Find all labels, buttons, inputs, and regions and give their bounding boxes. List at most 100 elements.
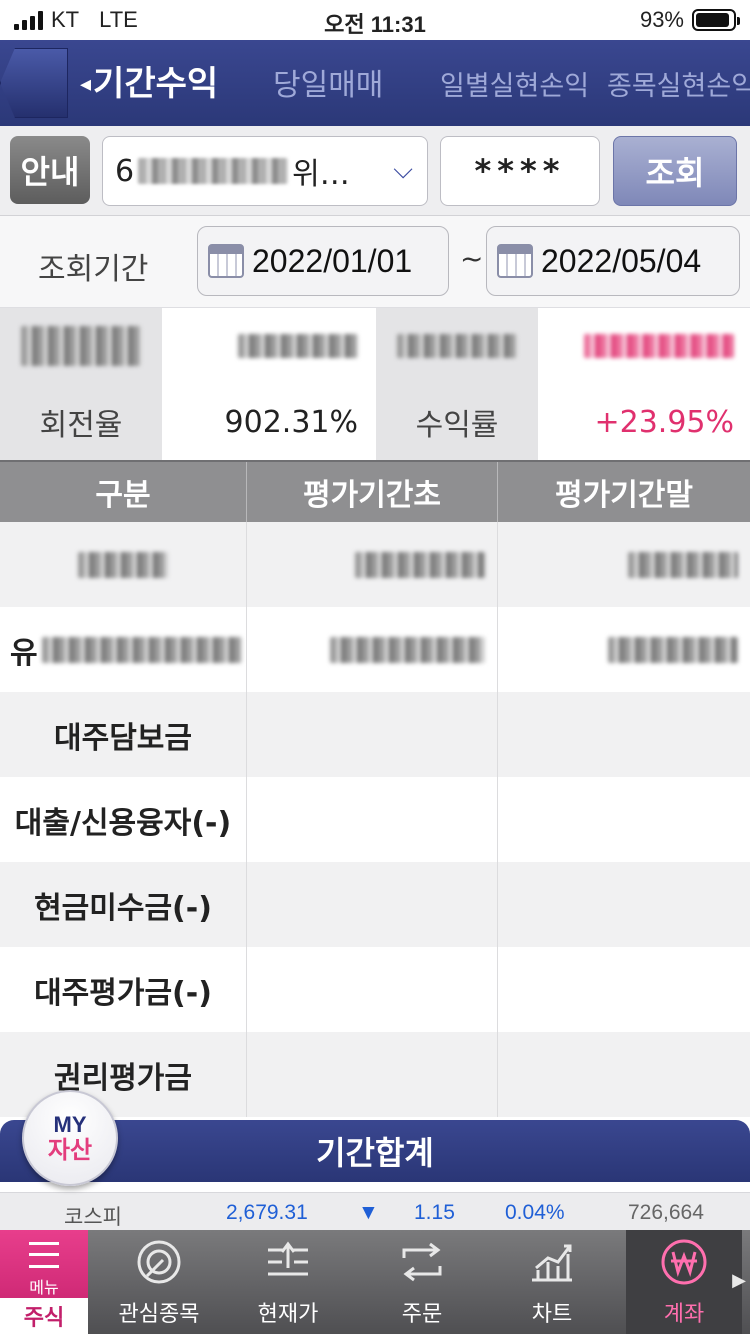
start-date: 2022/01/01 bbox=[252, 242, 413, 279]
row-start-value bbox=[247, 862, 498, 947]
nav-label: 계좌 bbox=[663, 1302, 705, 1327]
ticker-change: 1.15 bbox=[414, 1201, 455, 1224]
row-label: 대주담보금 bbox=[0, 692, 247, 777]
nav-current-price[interactable]: 현재가 bbox=[236, 1230, 340, 1334]
asset-table: 구분 평가기간초 평가기간말 유 대주담보금 대출/신용융자(-) 현금미수금(… bbox=[0, 460, 750, 1117]
menu-main-label: 주식 bbox=[0, 1298, 88, 1334]
my-asset-bottom: 자산 bbox=[47, 1136, 93, 1164]
date-separator: ~ bbox=[460, 242, 484, 275]
hamburger-icon bbox=[29, 1242, 59, 1268]
ticker-rate: 0.04% bbox=[505, 1201, 565, 1224]
table-row: 대주담보금 bbox=[0, 692, 750, 777]
row-start-value bbox=[247, 692, 498, 777]
end-date: 2022/05/04 bbox=[541, 242, 702, 279]
row-label: 현금미수금(-) bbox=[0, 862, 247, 947]
nav-chart[interactable]: 차트 bbox=[500, 1230, 604, 1334]
period-label: 조회기간 bbox=[38, 252, 149, 287]
status-bar: KT LTE 오전 11:31 93% bbox=[0, 0, 750, 40]
calendar-icon bbox=[208, 244, 244, 278]
nav-scroll-right-icon[interactable]: ▶ bbox=[732, 1270, 746, 1291]
current-price-icon bbox=[268, 1241, 308, 1276]
row-label: 대주평가금(-) bbox=[0, 947, 247, 1032]
row-end-value bbox=[498, 862, 750, 947]
row-start-value bbox=[247, 607, 498, 692]
table-row: 현금미수금(-) bbox=[0, 862, 750, 947]
clock: 오전 11:31 bbox=[324, 12, 426, 37]
summary-label-redacted bbox=[0, 308, 162, 384]
row-start-value bbox=[247, 947, 498, 1032]
tab-daily-realized[interactable]: 일별실현손익 bbox=[440, 64, 589, 103]
row-end-value bbox=[498, 1032, 750, 1117]
summary-value-redacted bbox=[162, 308, 374, 384]
account-suffix: 위… bbox=[292, 157, 350, 192]
nav-label: 주문 bbox=[401, 1302, 443, 1327]
row-end-value bbox=[498, 947, 750, 1032]
table-row: 유 bbox=[0, 607, 750, 692]
return-rate-label: 수익률 bbox=[376, 384, 538, 460]
end-date-field[interactable]: 2022/05/04 bbox=[486, 226, 740, 296]
nav-order[interactable]: 주문 bbox=[370, 1230, 474, 1334]
calendar-icon bbox=[497, 244, 533, 278]
ticker-index-name: 코스피 bbox=[64, 1206, 122, 1229]
nav-menu[interactable]: 메뉴 주식 bbox=[0, 1230, 88, 1334]
row-end-value bbox=[498, 522, 750, 607]
account-row: 안내 6 위… ⌵ **** 조회 bbox=[0, 126, 750, 216]
table-header: 구분 평가기간초 평가기간말 bbox=[0, 460, 750, 522]
table-row: 대주평가금(-) bbox=[0, 947, 750, 1032]
my-asset-top: MY bbox=[53, 1112, 87, 1137]
table-row: 대출/신용융자(-) bbox=[0, 777, 750, 862]
row-end-value bbox=[498, 692, 750, 777]
account-prefix: 6 bbox=[115, 153, 135, 189]
ticker-volume: 726,664 bbox=[628, 1201, 704, 1224]
down-arrow-icon: ▼ bbox=[358, 1201, 379, 1224]
chevron-down-icon: ⌵ bbox=[393, 155, 413, 185]
tab-daily-trade[interactable]: 당일매매 bbox=[273, 60, 383, 104]
column-header-period-end: 평가기간말 bbox=[555, 478, 693, 513]
account-select[interactable]: 6 위… ⌵ bbox=[102, 136, 428, 206]
row-label: 대출/신용융자(-) bbox=[0, 777, 247, 862]
my-asset-button[interactable]: MY 자산 bbox=[22, 1090, 118, 1186]
profit-value-redacted bbox=[538, 308, 750, 384]
turnover-label: 회전율 bbox=[0, 384, 162, 460]
return-rate-value: +23.95% bbox=[538, 384, 750, 460]
menu-label: 메뉴 bbox=[29, 1278, 59, 1297]
index-ticker[interactable]: 코스피 2,679.31 ▼ 1.15 0.04% 726,664 bbox=[0, 1192, 750, 1230]
row-end-value bbox=[498, 607, 750, 692]
period-row: 조회기간 2022/01/01 ~ 2022/05/04 bbox=[0, 216, 750, 308]
column-header-period-start: 평가기간초 bbox=[247, 462, 498, 522]
row-start-value bbox=[247, 522, 498, 607]
battery-icon bbox=[692, 9, 740, 31]
nav-label: 관심종목 bbox=[118, 1302, 200, 1327]
start-date-field[interactable]: 2022/01/01 bbox=[197, 226, 449, 296]
table-row: 권리평가금 bbox=[0, 1032, 750, 1117]
column-header-category: 구분 bbox=[0, 462, 247, 522]
row-end-value bbox=[498, 777, 750, 862]
won-account-icon bbox=[661, 1239, 707, 1285]
summary-grid: 회전율 902.31% 수익률 +23.95% bbox=[0, 308, 750, 460]
order-icon bbox=[402, 1242, 442, 1282]
nav-label: 현재가 bbox=[257, 1302, 319, 1327]
tab-period-profit[interactable]: 기간수익 bbox=[80, 56, 218, 105]
table-row bbox=[0, 522, 750, 607]
watchlist-icon bbox=[137, 1240, 181, 1284]
battery-percent: 93% bbox=[639, 7, 684, 32]
nav-label: 차트 bbox=[531, 1302, 573, 1327]
account-number-redacted bbox=[138, 158, 289, 184]
chart-icon bbox=[532, 1244, 572, 1282]
guide-button[interactable]: 안내 bbox=[10, 136, 90, 204]
row-start-value bbox=[247, 1032, 498, 1117]
tab-header: 기간수익 당일매매 일별실현손익 종목실현손익 bbox=[0, 40, 750, 126]
bottom-nav: 메뉴 주식 관심종목 현재가 주문 차트 계좌 ▶ bbox=[0, 1230, 750, 1334]
nav-watchlist[interactable]: 관심종목 bbox=[108, 1230, 210, 1334]
nav-account[interactable]: 계좌 bbox=[626, 1230, 742, 1334]
table-body: 유 대주담보금 대출/신용융자(-) 현금미수금(-) 대주평가금(-) 권리평… bbox=[0, 522, 750, 1117]
ticker-price: 2,679.31 bbox=[226, 1201, 308, 1224]
row-label: 유 bbox=[0, 607, 247, 692]
tab-stock-realized[interactable]: 종목실현손익 bbox=[607, 64, 750, 103]
password-field[interactable]: **** bbox=[440, 136, 600, 206]
back-button[interactable] bbox=[0, 48, 68, 118]
row-start-value bbox=[247, 777, 498, 862]
status-right: 93% bbox=[639, 7, 740, 33]
summary-label-redacted bbox=[376, 308, 538, 384]
query-button[interactable]: 조회 bbox=[613, 136, 737, 206]
